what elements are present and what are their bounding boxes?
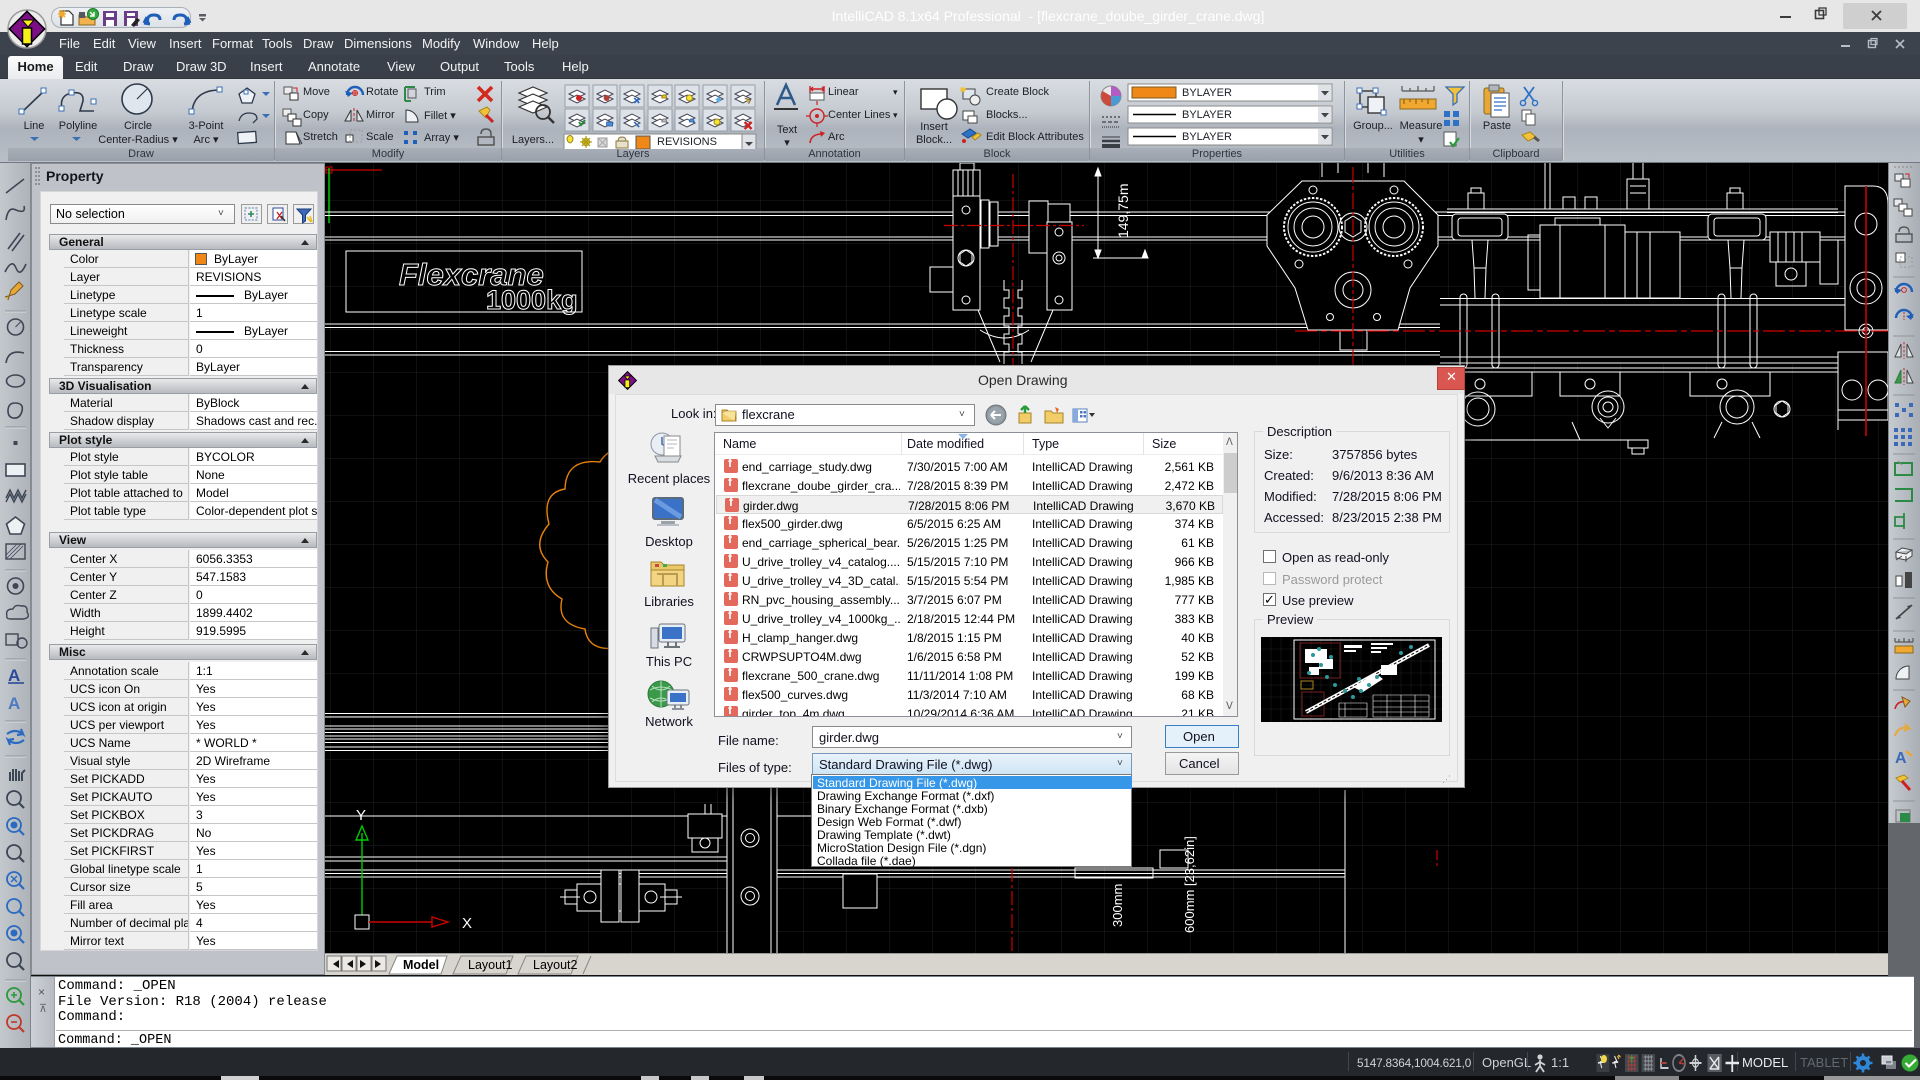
svg-text:149,75m: 149,75m xyxy=(1115,184,1131,238)
svg-text:Model: Model xyxy=(403,958,439,972)
svg-text:1000kg: 1000kg xyxy=(486,285,578,315)
svg-text:300mm: 300mm xyxy=(1110,884,1125,927)
svg-text:A: A xyxy=(1895,750,1907,767)
svg-text:Y: Y xyxy=(356,807,366,824)
svg-text:Layout2: Layout2 xyxy=(533,958,578,972)
svg-text:X: X xyxy=(462,915,472,932)
svg-text:A: A xyxy=(8,666,20,685)
svg-text:Layout1: Layout1 xyxy=(468,958,513,972)
svg-text:600mm [23,62in]: 600mm [23,62in] xyxy=(1182,836,1197,933)
svg-text:A: A xyxy=(8,694,20,713)
